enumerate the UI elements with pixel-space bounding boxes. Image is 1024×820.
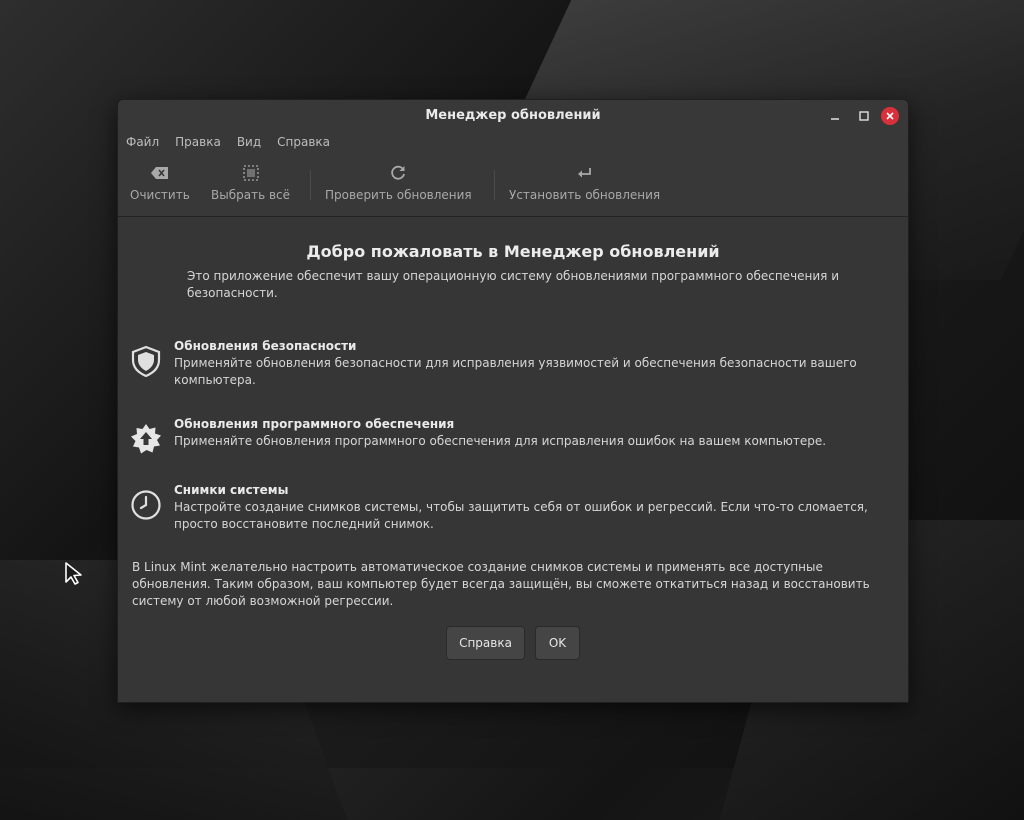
close-icon: [886, 112, 894, 120]
install-updates-button[interactable]: Установить обновления: [509, 162, 660, 202]
maximize-icon: [859, 111, 869, 121]
menu-bar: Файл Правка Вид Справка: [118, 132, 908, 156]
feature-description: Применяйте обновления программного обесп…: [174, 434, 827, 448]
recommendation-text: В Linux Mint желательно настроить автома…: [132, 560, 870, 608]
menu-view[interactable]: Вид: [237, 132, 269, 156]
clear-button[interactable]: Очистить: [130, 162, 190, 202]
toolbar-separator: [310, 170, 311, 200]
clear-icon: [150, 167, 168, 179]
toolbar-separator: [494, 170, 495, 200]
help-button[interactable]: Справка: [446, 626, 525, 660]
feature-title: Снимки системы: [174, 483, 289, 497]
mouse-cursor-icon: [65, 562, 82, 585]
shield-icon: [131, 345, 161, 377]
clear-label: Очистить: [130, 188, 190, 202]
apply-icon: [577, 168, 591, 178]
check-updates-button[interactable]: Проверить обновления: [325, 162, 472, 202]
window-title: Менеджер обновлений: [425, 108, 601, 123]
select-all-button[interactable]: Выбрать всё: [211, 162, 290, 202]
close-button[interactable]: [881, 107, 899, 125]
menu-file[interactable]: Файл: [126, 132, 167, 156]
install-updates-label: Установить обновления: [509, 188, 661, 202]
welcome-title: Добро пожаловать в Менеджер обновлений: [306, 242, 720, 261]
welcome-description: Это приложение обеспечит вашу операционн…: [187, 269, 840, 300]
welcome-page: Добро пожаловать в Менеджер обновлений Э…: [118, 217, 908, 702]
minimize-button[interactable]: [826, 107, 844, 125]
minimize-icon: [831, 118, 839, 120]
update-manager-window: Менеджер обновлений Файл Правка Вид Спра…: [117, 99, 909, 703]
ok-button[interactable]: OK: [535, 626, 580, 660]
check-updates-label: Проверить обновления: [325, 188, 472, 202]
select-all-icon: [242, 165, 259, 181]
maximize-button[interactable]: [855, 107, 873, 125]
feature-description: Настройте создание снимков системы, чтоб…: [174, 500, 868, 531]
clock-icon: [131, 490, 161, 520]
select-all-label: Выбрать всё: [211, 188, 291, 202]
feature-description: Применяйте обновления безопасности для и…: [174, 356, 857, 387]
software-update-icon: [131, 424, 161, 454]
menu-edit[interactable]: Правка: [175, 132, 229, 156]
refresh-icon: [391, 165, 406, 180]
menu-help[interactable]: Справка: [277, 132, 338, 156]
feature-title: Обновления программного обеспечения: [174, 417, 455, 431]
feature-title: Обновления безопасности: [174, 339, 357, 353]
toolbar: Очистить Выбрать всё Проверить обновлени…: [118, 156, 908, 217]
title-bar[interactable]: Менеджер обновлений: [118, 100, 908, 132]
